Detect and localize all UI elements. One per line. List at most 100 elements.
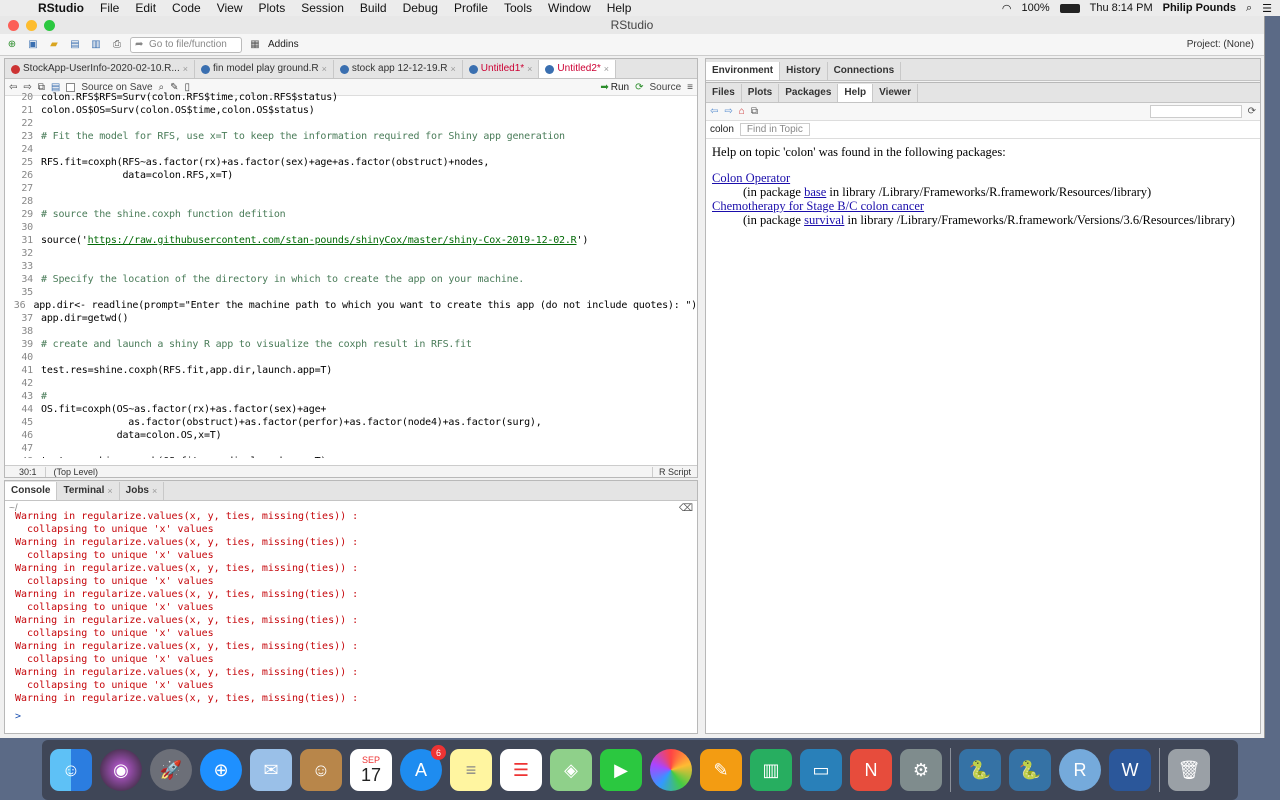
maps-icon[interactable]: ◈ — [550, 749, 592, 791]
spotlight-icon[interactable]: ⌕ — [1246, 2, 1252, 15]
find-in-topic-input[interactable]: Find in Topic — [739, 123, 810, 136]
console-tab[interactable]: Console — [5, 482, 58, 500]
code-line[interactable]: 48test.res=shine.coxph(OS.fit,app.dir,la… — [5, 455, 697, 458]
zoom-window-button[interactable] — [44, 20, 55, 31]
help-pane-tab[interactable]: Files — [706, 84, 742, 102]
topic-selector[interactable]: colon — [710, 124, 734, 135]
numbers-icon[interactable]: ▥ — [750, 749, 792, 791]
wifi-icon[interactable]: ◠ — [1002, 2, 1012, 15]
environment-tab[interactable]: Connections — [828, 62, 902, 80]
save-all-icon[interactable]: ▥ — [88, 38, 104, 52]
help-search-input[interactable] — [1149, 105, 1242, 118]
code-line[interactable]: 27 — [5, 182, 697, 195]
calendar-icon[interactable]: SEP 17 — [350, 749, 392, 791]
close-tab-icon[interactable]: × — [183, 60, 188, 78]
file-type-selector[interactable]: R Script — [651, 467, 697, 477]
code-line[interactable]: 32 — [5, 247, 697, 260]
code-line[interactable]: 25 RFS.fit=coxph(RFS~as.factor(rx)+as.fac… — [5, 156, 697, 169]
new-project-icon[interactable]: ▣ — [25, 38, 41, 52]
code-line[interactable]: 39 # create and launch a shiny R app to v… — [5, 338, 697, 351]
code-line[interactable]: 31 source('https://raw.githubusercontent.… — [5, 234, 697, 247]
code-line[interactable]: 21 colon.OS$OS=Surv(colon.OS$time,colon.O… — [5, 104, 697, 117]
help-popout-icon[interactable]: ⧉ — [751, 106, 758, 117]
notification-center-icon[interactable]: ☰ — [1262, 2, 1272, 15]
help-package-link[interactable]: base — [804, 185, 826, 199]
code-line[interactable]: 34 # Specify the location of the director… — [5, 273, 697, 286]
minimize-window-button[interactable] — [26, 20, 37, 31]
battery-icon[interactable] — [1059, 3, 1080, 13]
siri-icon[interactable]: ◉ — [100, 749, 142, 791]
editor-tab[interactable]: Untitled2* × — [539, 60, 617, 78]
pages-icon[interactable]: ✎ — [700, 749, 742, 791]
app-store-icon[interactable]: A 6 — [400, 745, 446, 791]
safari-icon[interactable]: ⊕ — [200, 749, 242, 791]
clear-console-icon[interactable]: ⌫ — [679, 503, 693, 514]
code-line[interactable]: 43 # — [5, 390, 697, 403]
close-window-button[interactable] — [8, 20, 19, 31]
menu-profile[interactable]: Profile — [446, 1, 496, 15]
code-line[interactable]: 23 # Fit the model for RFS, use x=T to ke… — [5, 130, 697, 143]
editor-tab[interactable]: stock app 12-12-19.R × — [334, 60, 463, 78]
menu-view[interactable]: View — [209, 1, 251, 15]
idle-icon[interactable]: 🐍 — [1009, 749, 1051, 791]
help-back-icon[interactable]: ⇦ — [710, 106, 718, 117]
code-line[interactable]: 26 data=colon.RFS,x=T) — [5, 169, 697, 182]
code-line[interactable]: 41 test.res=shine.coxph(RFS.fit,app.dir,l… — [5, 364, 697, 377]
keynote-icon[interactable]: ▭ — [800, 749, 842, 791]
menu-build[interactable]: Build — [352, 1, 395, 15]
clock[interactable]: Thu 8:14 PM — [1090, 2, 1153, 14]
console-prompt[interactable]: > — [5, 710, 697, 723]
code-line[interactable]: 24 — [5, 143, 697, 156]
help-package-link[interactable]: survival — [804, 213, 844, 227]
grid-layout-icon[interactable]: ▦ — [247, 38, 263, 52]
project-menu[interactable]: Project: (None) — [1187, 39, 1260, 50]
environment-tab[interactable]: Environment — [706, 62, 781, 80]
help-home-icon[interactable]: ⌂ — [739, 106, 745, 117]
editor-tab[interactable]: Untitled1* × — [463, 60, 540, 78]
console-tab[interactable]: Jobs × — [120, 482, 165, 500]
code-line[interactable]: 30 — [5, 221, 697, 234]
code-area[interactable]: 20 colon.RFS$RFS=Surv(colon.RFS$time,colo… — [5, 91, 697, 458]
code-line[interactable]: 42 — [5, 377, 697, 390]
help-pane-tab[interactable]: Help — [838, 84, 874, 102]
help-pane-tab[interactable]: Packages — [779, 84, 839, 102]
contacts-icon[interactable]: ☺ — [300, 749, 342, 791]
print-icon[interactable]: ⎙ — [109, 38, 125, 52]
code-line[interactable]: 37 app.dir=getwd() — [5, 312, 697, 325]
mail-icon[interactable]: ✉ — [250, 749, 292, 791]
menu-tools[interactable]: Tools — [496, 1, 540, 15]
console-tab[interactable]: Terminal × — [57, 482, 120, 500]
help-pane-tab[interactable]: Plots — [742, 84, 780, 102]
save-icon[interactable]: ▤ — [67, 38, 83, 52]
menu-plots[interactable]: Plots — [251, 1, 294, 15]
trash-icon[interactable]: 🗑 — [1168, 749, 1210, 791]
open-file-icon[interactable]: ▰ — [46, 38, 62, 52]
menu-app-name[interactable]: RStudio — [30, 1, 92, 15]
environment-tab[interactable]: History — [780, 62, 828, 80]
word-icon[interactable]: W — [1109, 749, 1151, 791]
menu-session[interactable]: Session — [293, 1, 352, 15]
menu-file[interactable]: File — [92, 1, 127, 15]
addins-menu[interactable]: Addins — [268, 39, 299, 50]
console-output[interactable]: Warning in regularize.values(x, y, ties,… — [5, 510, 697, 706]
facetime-icon[interactable]: ▶ — [600, 749, 642, 791]
refresh-icon[interactable]: ⟳ — [1248, 106, 1256, 117]
launchpad-icon[interactable]: 🚀 — [150, 749, 192, 791]
news-icon[interactable]: N — [850, 749, 892, 791]
code-line[interactable]: 38 — [5, 325, 697, 338]
menu-help[interactable]: Help — [599, 1, 640, 15]
code-line[interactable]: 33 — [5, 260, 697, 273]
source-url[interactable]: https://raw.githubusercontent.com/stan-p… — [88, 235, 577, 246]
help-result-link[interactable]: Colon Operator — [712, 171, 790, 185]
close-tab-icon[interactable]: × — [604, 60, 609, 78]
finder-icon[interactable]: ☺ — [50, 749, 92, 791]
battery-label[interactable]: 100% — [1021, 2, 1049, 14]
close-tab-icon[interactable]: × — [152, 482, 157, 500]
menu-edit[interactable]: Edit — [127, 1, 164, 15]
reminders-icon[interactable]: ☰ — [500, 749, 542, 791]
help-pane-tab[interactable]: Viewer — [873, 84, 919, 102]
goto-file-input[interactable]: Go to file/function — [130, 36, 242, 53]
help-forward-icon[interactable]: ⇨ — [724, 106, 732, 117]
code-line[interactable]: 29 # source the shine.coxph function defi… — [5, 208, 697, 221]
new-file-icon[interactable]: ⊕ — [4, 38, 20, 52]
